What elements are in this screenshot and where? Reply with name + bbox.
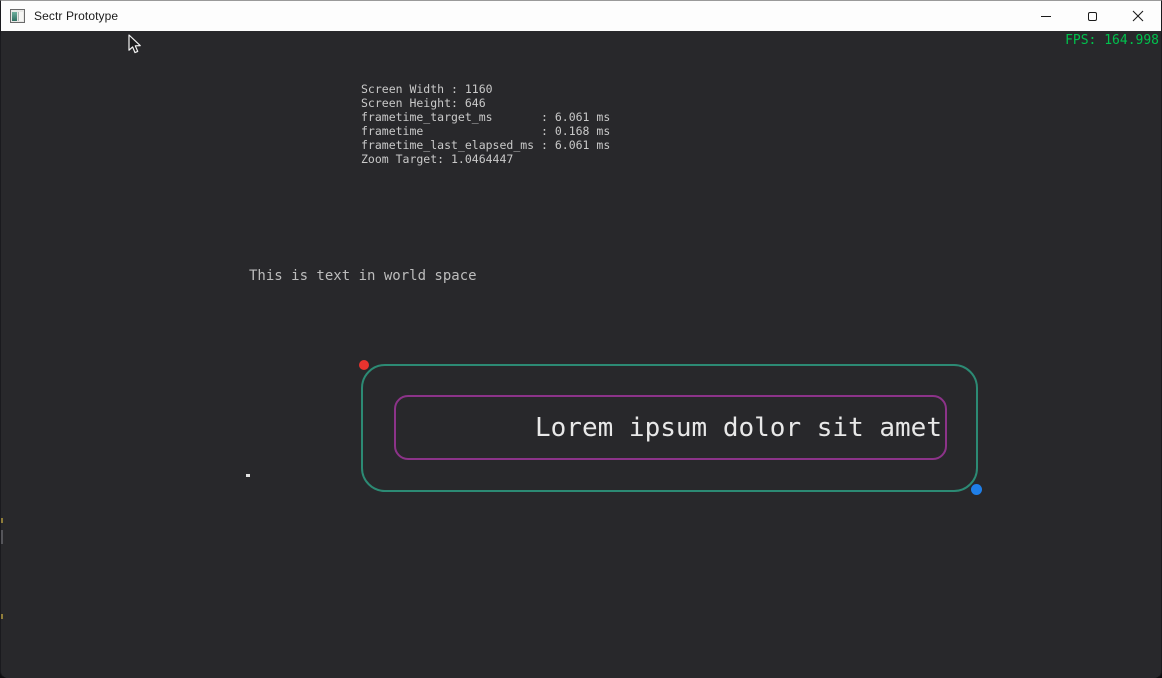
- world-point-marker: [246, 474, 250, 477]
- mouse-cursor-icon: [128, 34, 143, 55]
- titlebar[interactable]: Sectr Prototype: [1, 1, 1161, 31]
- window-title: Sectr Prototype: [34, 9, 118, 23]
- app-icon-right-pane: [18, 12, 23, 21]
- fps-counter: FPS: 164.998: [1065, 34, 1159, 48]
- maximize-button[interactable]: [1069, 1, 1115, 31]
- world-space-text: This is text in world space: [249, 268, 477, 284]
- minimize-button[interactable]: [1023, 1, 1069, 31]
- app-window: Sectr Prototype FPS: 164.998 Screen Widt…: [0, 0, 1162, 678]
- red-drag-handle[interactable]: [359, 360, 369, 370]
- debug-stats-readout: Screen Width : 1160 Screen Height: 646 f…: [361, 82, 610, 166]
- close-button[interactable]: [1115, 1, 1161, 31]
- left-edge-artifact: [1, 530, 3, 544]
- maximize-icon: [1088, 12, 1097, 21]
- close-icon: [1132, 10, 1144, 22]
- left-edge-artifact: [1, 518, 3, 523]
- app-icon-left-pane: [12, 12, 17, 21]
- app-icon: [10, 9, 25, 23]
- minimize-icon: [1041, 16, 1051, 17]
- lorem-text-box[interactable]: Lorem ipsum dolor sit amet: [394, 395, 947, 460]
- left-edge-artifact: [1, 614, 3, 619]
- blue-drag-handle[interactable]: [971, 484, 982, 495]
- prototype-canvas: FPS: 164.998 Screen Width : 1160 Screen …: [1, 31, 1161, 678]
